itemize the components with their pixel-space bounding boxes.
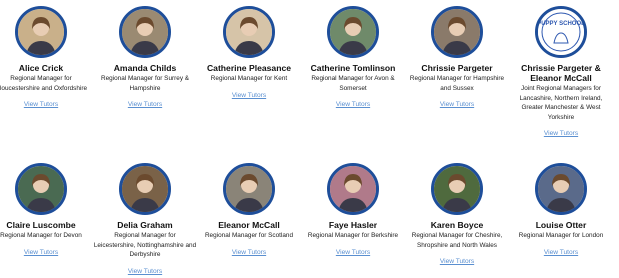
manager-name: Louise Otter bbox=[535, 220, 587, 230]
manager-avatar bbox=[223, 163, 275, 215]
manager-name: Catherine Tomlinson bbox=[310, 63, 396, 73]
manager-avatar bbox=[119, 6, 171, 58]
view-tutors-link[interactable]: View Tutors bbox=[232, 249, 266, 256]
manager-avatar bbox=[119, 163, 171, 215]
view-tutors-link[interactable]: View Tutors bbox=[232, 92, 266, 99]
manager-avatar: PUPPY SCHOOL bbox=[535, 6, 587, 58]
manager-card: Alice Crick Regional Manager for Gloucest… bbox=[0, 6, 93, 111]
view-tutors-link[interactable]: View Tutors bbox=[440, 101, 474, 108]
view-tutors-link[interactable]: View Tutors bbox=[544, 130, 578, 137]
manager-avatar bbox=[431, 163, 483, 215]
view-tutors-link[interactable]: View Tutors bbox=[24, 249, 58, 256]
manager-avatar bbox=[327, 6, 379, 58]
view-tutors-link[interactable]: View Tutors bbox=[24, 101, 58, 108]
manager-role: Regional Manager for London bbox=[518, 232, 604, 239]
manager-name: Chrissie Pargeter bbox=[421, 63, 493, 73]
manager-role: Regional Manager for Scotland bbox=[204, 232, 294, 239]
manager-card: Karen Boyce Regional Manager for Cheshire… bbox=[405, 163, 509, 268]
manager-avatar bbox=[431, 6, 483, 58]
manager-role: Regional Manager for Hampshire and Susse… bbox=[409, 75, 505, 92]
manager-avatar bbox=[327, 163, 379, 215]
manager-avatar bbox=[15, 6, 67, 58]
manager-card: Chrissie Pargeter Regional Manager for Ha… bbox=[405, 6, 509, 111]
manager-role: Regional Manager for Gloucestershire and… bbox=[0, 75, 87, 92]
manager-name: Catherine Pleasance bbox=[206, 63, 292, 73]
manager-card: Catherine Pleasance Regional Manager for … bbox=[197, 6, 301, 102]
manager-avatar bbox=[15, 163, 67, 215]
manager-role: Regional Manager for Berkshire bbox=[307, 232, 399, 239]
view-tutors-link[interactable]: View Tutors bbox=[336, 249, 370, 256]
logo-text: PUPPY SCHOOL bbox=[538, 21, 584, 27]
manager-card: Claire Luscombe Regional Manager for Devo… bbox=[0, 163, 93, 259]
manager-role: Regional Manager for Surrey & Hampshire bbox=[100, 75, 190, 92]
view-tutors-link[interactable]: View Tutors bbox=[336, 101, 370, 108]
manager-role: Regional Manager for Leicestershire, Not… bbox=[93, 232, 197, 259]
manager-role: Regional Manager for Cheshire, Shropshir… bbox=[411, 232, 503, 249]
view-tutors-link[interactable]: View Tutors bbox=[544, 249, 578, 256]
manager-card: Faye Hasler Regional Manager for Berkshir… bbox=[301, 163, 405, 259]
manager-role: Regional Manager for Avon & Somerset bbox=[311, 75, 395, 92]
manager-name: Karen Boyce bbox=[430, 220, 484, 230]
manager-avatar bbox=[535, 163, 587, 215]
manager-avatar bbox=[223, 6, 275, 58]
view-tutors-link[interactable]: View Tutors bbox=[440, 258, 474, 265]
manager-card: PUPPY SCHOOL Chrissie Pargeter & Eleanor … bbox=[509, 6, 613, 140]
manager-card: Delia Graham Regional Manager for Leicest… bbox=[93, 163, 197, 278]
manager-name: Delia Graham bbox=[117, 220, 173, 230]
manager-name: Claire Luscombe bbox=[6, 220, 76, 230]
manager-name: Amanda Childs bbox=[113, 63, 177, 73]
manager-card: Louise Otter Regional Manager for London V… bbox=[509, 163, 613, 259]
view-tutors-link[interactable]: View Tutors bbox=[128, 268, 162, 275]
manager-name: Chrissie Pargeter & Eleanor McCall bbox=[521, 63, 601, 83]
manager-role: Joint Regional Managers for Lancashire, … bbox=[519, 85, 603, 121]
manager-name: Eleanor McCall bbox=[218, 220, 280, 230]
manager-role: Regional Manager for Kent bbox=[210, 75, 288, 82]
view-tutors-link[interactable]: View Tutors bbox=[128, 101, 162, 108]
manager-card: Eleanor McCall Regional Manager for Scotl… bbox=[197, 163, 301, 259]
manager-name: Faye Hasler bbox=[328, 220, 378, 230]
manager-card: Catherine Tomlinson Regional Manager for … bbox=[301, 6, 405, 111]
manager-card: Amanda Childs Regional Manager for Surrey… bbox=[93, 6, 197, 111]
manager-role: Regional Manager for Devon bbox=[0, 232, 82, 239]
manager-name: Alice Crick bbox=[18, 63, 64, 73]
